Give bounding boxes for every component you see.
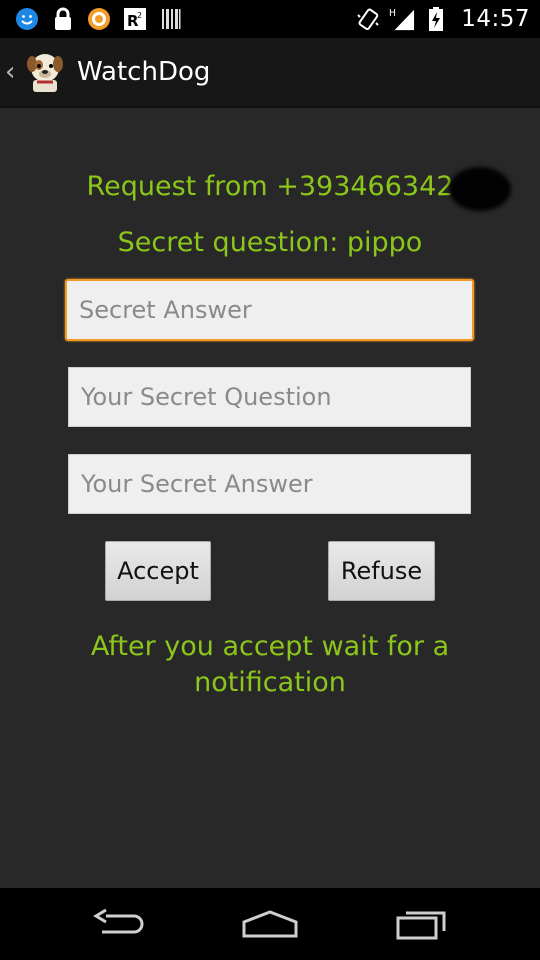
redaction-scribble xyxy=(449,167,512,211)
vibrate-icon xyxy=(355,6,381,32)
signal-type-label: H xyxy=(389,8,396,19)
request-screen: Request from +393466342 Secret question:… xyxy=(0,108,540,888)
orange-ring-icon xyxy=(86,6,112,32)
your-secret-answer-input[interactable] xyxy=(81,455,470,513)
accept-button[interactable]: Accept xyxy=(105,541,211,601)
home-icon[interactable] xyxy=(240,906,300,942)
secret-answer-field[interactable] xyxy=(65,279,474,341)
secret-question-text: Secret question: pippo xyxy=(117,227,423,258)
request-from-text: Request from +393466342 xyxy=(0,167,540,211)
action-bar: ‹ WatchDog xyxy=(0,38,540,108)
back-caret-icon[interactable]: ‹ xyxy=(5,57,19,87)
smiley-notification-icon xyxy=(14,6,40,32)
your-secret-answer-field[interactable] xyxy=(68,454,471,514)
signal-h-icon: H xyxy=(389,6,415,32)
r2-icon: R2 xyxy=(122,6,148,32)
battery-charging-icon xyxy=(423,6,449,32)
accept-notification-note: After you accept wait for a notification xyxy=(90,631,450,698)
barcode-icon xyxy=(158,6,184,32)
your-secret-question-field[interactable] xyxy=(68,367,471,427)
request-from-label: Request from +393466342 xyxy=(86,171,454,202)
navigation-bar xyxy=(0,888,540,960)
status-clock: 14:57 xyxy=(461,6,530,32)
refuse-button[interactable]: Refuse xyxy=(328,541,435,601)
svg-text:2: 2 xyxy=(137,11,142,20)
your-secret-question-input[interactable] xyxy=(81,368,470,426)
app-title: WatchDog xyxy=(77,57,211,87)
back-icon[interactable] xyxy=(90,906,150,942)
status-bar: R2 H 14:57 xyxy=(0,0,540,38)
lock-icon xyxy=(50,6,76,32)
recent-apps-icon[interactable] xyxy=(392,906,452,942)
bulldog-app-icon[interactable] xyxy=(23,50,67,94)
secret-answer-input[interactable] xyxy=(79,281,472,339)
